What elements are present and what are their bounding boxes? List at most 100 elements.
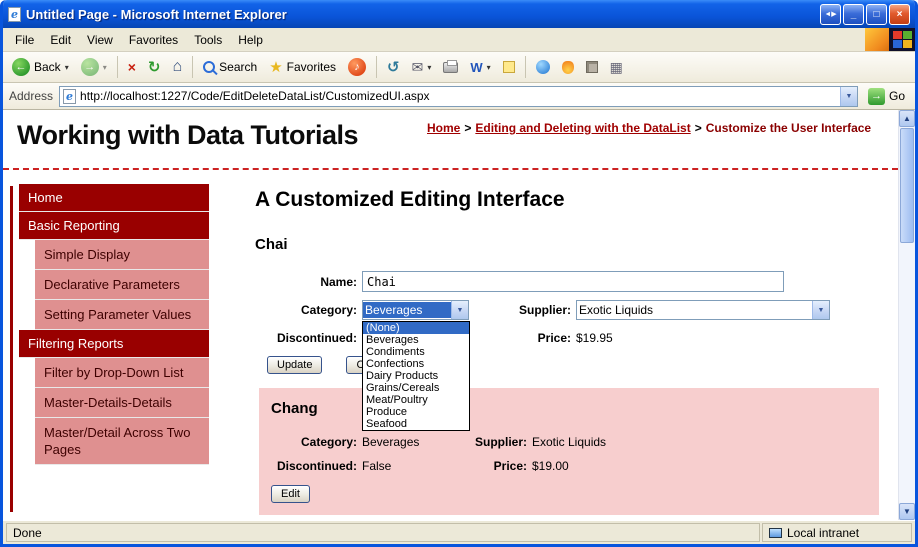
favorites-label: Favorites <box>286 60 336 74</box>
edit-form-grid: Name: Category: Beverages ▼ Supplier: Ex… <box>259 271 891 348</box>
category-select[interactable]: Beverages ▼ <box>362 300 469 320</box>
scrollbar-thumb[interactable] <box>900 128 914 243</box>
dropdown-option-seafood[interactable]: Seafood <box>363 418 469 430</box>
menu-edit[interactable]: Edit <box>42 29 79 51</box>
name-input[interactable] <box>362 271 784 292</box>
discuss-button[interactable] <box>498 58 520 76</box>
sites-button[interactable] <box>581 58 603 76</box>
supplier-select[interactable]: Exotic Liquids ▼ <box>576 300 830 320</box>
mail-button[interactable]: ✉ ▾ <box>407 56 437 79</box>
toolbar-separator <box>524 56 526 78</box>
search-label: Search <box>219 60 258 74</box>
history-button[interactable]: ↺ <box>382 55 405 79</box>
breadcrumb-home-link[interactable]: Home <box>427 121 460 135</box>
go-button[interactable]: → Go <box>864 86 909 107</box>
update-button[interactable]: Update <box>267 356 323 374</box>
back-button[interactable]: ← Back ▾ <box>7 55 74 79</box>
menu-file[interactable]: File <box>7 29 42 51</box>
scrollbar-track[interactable] <box>899 244 915 503</box>
dropdown-option-meat-poultry[interactable]: Meat/Poultry <box>363 394 469 406</box>
price-label: Price: <box>493 459 527 473</box>
breadcrumb-current: Customize the User Interface <box>705 121 872 135</box>
zone-text: Local intranet <box>787 525 860 540</box>
research-icon <box>561 60 574 74</box>
left-accent-strip <box>10 186 13 512</box>
title-bar[interactable]: e Untitled Page - Microsoft Internet Exp… <box>3 0 915 28</box>
name-label: Name: <box>320 274 357 289</box>
close-button[interactable]: × <box>889 3 910 25</box>
sidebar-nav: Home Basic Reporting Simple Display Decl… <box>19 184 209 465</box>
toolbar: ← Back ▾ → ▾ × ↻ ⌂ Search ★ Favorites ♪ … <box>3 52 915 83</box>
refresh-button[interactable]: ↻ <box>143 55 166 79</box>
supplier-label: Supplier: <box>474 435 527 449</box>
sidebar-item-declarative-parameters[interactable]: Declarative Parameters <box>35 270 209 300</box>
back-dropdown-icon: ▾ <box>64 62 69 72</box>
sidebar-item-filter-by-dropdown-list[interactable]: Filter by Drop-Down List <box>35 358 209 388</box>
dropdown-option-produce[interactable]: Produce <box>363 406 469 418</box>
breadcrumb-separator: > <box>464 121 472 135</box>
media-icon: ♪ <box>348 58 366 76</box>
chevron-down-icon[interactable]: ▼ <box>812 301 829 319</box>
media-button[interactable]: ♪ <box>343 55 371 79</box>
favorites-button[interactable]: ★ Favorites <box>264 55 341 79</box>
toolbar-separator <box>376 56 377 78</box>
menu-tools[interactable]: Tools <box>186 29 230 51</box>
sidebar-item-setting-parameter-values[interactable]: Setting Parameter Values <box>35 300 209 330</box>
dropdown-option-none[interactable]: (None) <box>363 322 469 334</box>
dropdown-option-confections[interactable]: Confections <box>363 358 469 370</box>
word-icon: W <box>470 59 483 75</box>
ie-page-icon: e <box>8 6 21 22</box>
sidebar-item-simple-display[interactable]: Simple Display <box>35 240 209 270</box>
discontinued-label: Discontinued: <box>277 459 357 473</box>
dropdown-option-dairy-products[interactable]: Dairy Products <box>363 370 469 382</box>
sidebar-item-home[interactable]: Home <box>19 184 209 212</box>
status-bar: Done Local intranet <box>3 520 915 544</box>
dropdown-option-condiments[interactable]: Condiments <box>363 346 469 358</box>
forward-button[interactable]: → ▾ <box>76 55 112 79</box>
intranet-icon <box>769 527 782 538</box>
history-icon: ↺ <box>387 59 400 76</box>
menu-help[interactable]: Help <box>230 29 271 51</box>
stop-button[interactable]: × <box>123 56 141 78</box>
home-button[interactable]: ⌂ <box>167 55 187 79</box>
status-text: Done <box>13 525 42 540</box>
price-value: $19.95 <box>576 331 613 345</box>
scroll-up-button[interactable]: ▲ <box>899 110 915 127</box>
browser-window: e Untitled Page - Microsoft Internet Exp… <box>0 0 918 547</box>
scroll-down-button[interactable]: ▼ <box>899 503 915 520</box>
menu-view[interactable]: View <box>79 29 121 51</box>
breadcrumb-section-link[interactable]: Editing and Deleting with the DataList <box>475 121 690 135</box>
site-header: Working with Data Tutorials Home > Editing… <box>3 110 898 170</box>
search-icon <box>203 61 216 73</box>
edit-with-word-button[interactable]: W ▾ <box>465 57 495 78</box>
search-button[interactable]: Search <box>198 57 262 77</box>
messenger-button[interactable] <box>531 57 555 77</box>
window-scroll-buttons[interactable]: ◄▶ <box>820 3 841 25</box>
maximize-button[interactable]: □ <box>866 3 887 25</box>
mail-icon: ✉ <box>411 58 424 75</box>
chevron-down-icon[interactable]: ▼ <box>451 301 468 319</box>
view-buttons-row: Edit <box>271 485 879 503</box>
address-input[interactable] <box>80 87 836 105</box>
grid-icon: ▦ <box>609 58 623 75</box>
vertical-scrollbar[interactable]: ▲ ▼ <box>898 110 915 520</box>
sidebar-item-master-detail-across-two-pages[interactable]: Master/Detail Across Two Pages <box>35 418 209 465</box>
dropdown-option-beverages[interactable]: Beverages <box>363 334 469 346</box>
windows-logo-throbber <box>889 28 915 51</box>
category-dropdown-list: (None) Beverages Condiments Confections … <box>362 321 470 431</box>
sidebar-item-filtering-reports[interactable]: Filtering Reports <box>19 330 209 358</box>
dropdown-option-grains-cereals[interactable]: Grains/Cereals <box>363 382 469 394</box>
window-title: Untitled Page - Microsoft Internet Explo… <box>26 6 287 22</box>
go-icon: → <box>867 87 885 105</box>
print-button[interactable] <box>438 59 463 76</box>
tiles-button[interactable]: ▦ <box>605 56 628 79</box>
minimize-button[interactable]: _ <box>843 3 864 25</box>
sidebar-item-basic-reporting[interactable]: Basic Reporting <box>19 212 209 240</box>
building-icon <box>585 61 598 73</box>
edit-button[interactable]: Edit <box>271 485 310 503</box>
address-dropdown-button[interactable]: ▼ <box>839 86 857 106</box>
menu-favorites[interactable]: Favorites <box>121 29 186 51</box>
sidebar-item-master-details-details[interactable]: Master-Details-Details <box>35 388 209 418</box>
word-dropdown-icon: ▾ <box>486 62 491 72</box>
research-button[interactable] <box>557 58 579 77</box>
